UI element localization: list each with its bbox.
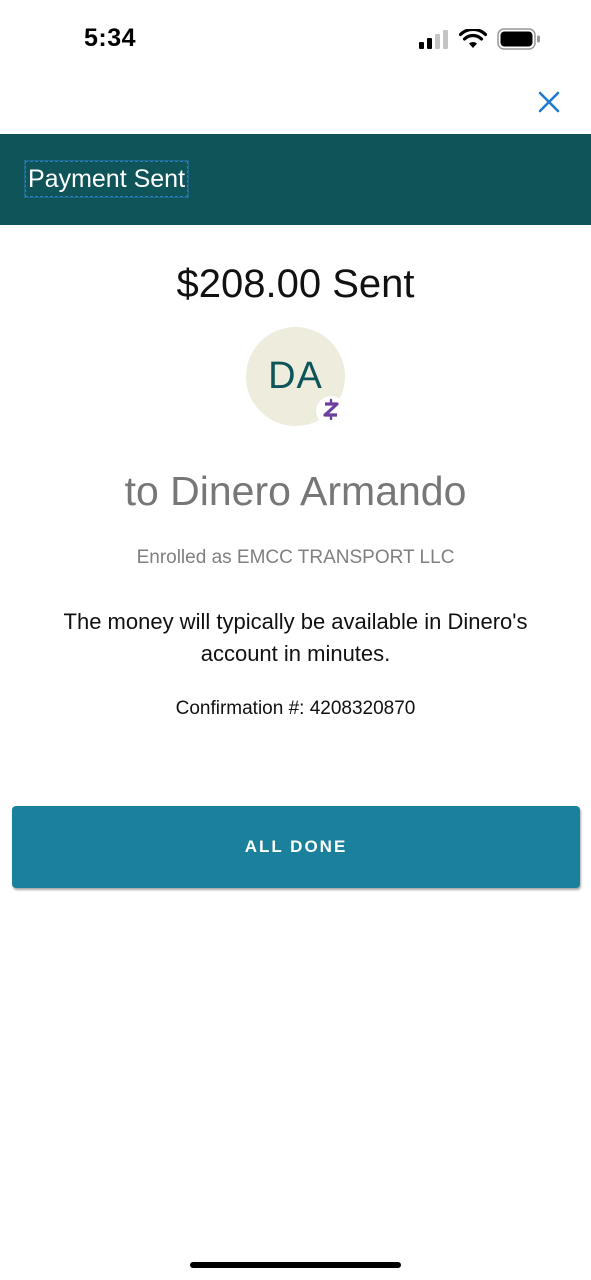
enrolled-as-text: Enrolled as EMCC TRANSPORT LLC [136,547,455,568]
close-button[interactable] [533,88,565,120]
availability-message: The money will typically be available in… [63,609,528,666]
home-indicator[interactable] [190,1262,401,1268]
recipient-name: to Dinero Armando [124,468,467,514]
zelle-icon [322,398,340,425]
status-bar: 5:34 [0,0,591,80]
battery-icon [497,28,541,55]
all-done-label: ALL DONE [244,837,348,856]
status-time: 5:34 [84,24,137,52]
zelle-badge [316,396,346,426]
page-title: Payment Sent [23,160,190,198]
avatar-initials: DA [268,355,323,397]
amount-sent-title: $208.00 Sent [176,262,415,306]
all-done-button[interactable]: ALL DONE [12,806,580,888]
close-icon [538,91,560,118]
wifi-icon [458,27,488,54]
cellular-signal-icon [419,29,449,54]
status-icons [419,27,541,55]
confirmation-number: Confirmation #: 4208320870 [175,698,416,719]
header-band: Payment Sent [0,134,591,225]
